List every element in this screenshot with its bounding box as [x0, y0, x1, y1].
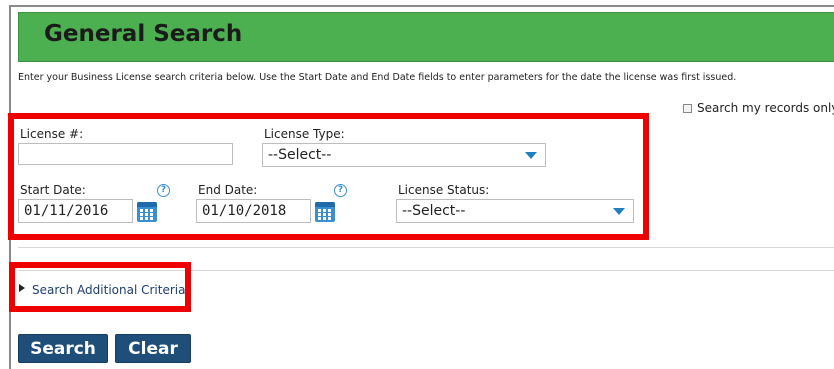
search-button[interactable]: Search — [18, 334, 108, 363]
search-my-records-checkbox[interactable] — [683, 103, 692, 113]
search-fields-highlight — [8, 113, 649, 240]
instructions-text: Enter your Business License search crite… — [18, 72, 737, 83]
general-search-page: General Search Enter your Business Licen… — [0, 0, 834, 369]
divider — [18, 247, 834, 248]
clear-button[interactable]: Clear — [115, 334, 191, 363]
search-my-records-label: Search my records only — [697, 101, 834, 115]
additional-criteria-highlight — [9, 262, 191, 312]
page-title: General Search — [44, 21, 243, 47]
header-bar: General Search — [18, 12, 834, 62]
search-my-records-option[interactable]: Search my records only — [683, 101, 834, 115]
